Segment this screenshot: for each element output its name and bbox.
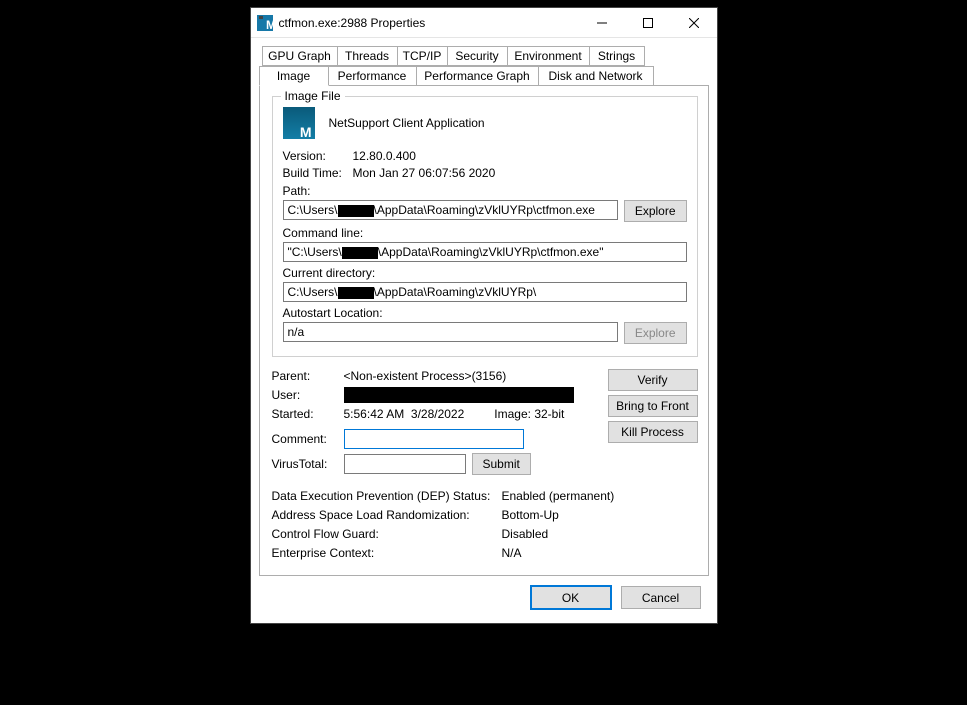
explore-autostart-button: Explore [624,322,687,344]
image-file-title: Image File [281,89,345,103]
comment-input[interactable] [344,429,524,449]
imagebits-label: Image: [494,407,531,421]
tab-performance[interactable]: Performance [329,66,417,85]
version-value: 12.80.0.400 [353,149,416,163]
buildtime-value: Mon Jan 27 06:07:56 2020 [353,166,496,180]
parent-label: Parent: [272,369,344,383]
parent-value: <Non-existent Process>(3156) [344,369,598,383]
tab-performance-graph[interactable]: Performance Graph [417,66,539,85]
path-label: Path: [283,184,687,198]
autostart-field[interactable]: n/a [283,322,618,342]
app-description: NetSupport Client Application [329,116,485,130]
cfg-label: Control Flow Guard: [272,527,502,541]
buildtime-label: Build Time: [283,166,353,180]
imagebits-value: 32-bit [534,407,564,421]
properties-window: M ctfmon.exe:2988 Properties GPU Graph T… [250,7,718,624]
tab-security[interactable]: Security [448,46,508,66]
cmdline-field[interactable]: "C:\Users\\AppData\Roaming\zVklUYRp\ctfm… [283,242,687,262]
redacted-text [342,247,378,259]
ok-button[interactable]: OK [531,586,611,609]
enterprise-label: Enterprise Context: [272,546,502,560]
tab-threads[interactable]: Threads [338,46,398,66]
path-field[interactable]: C:\Users\\AppData\Roaming\zVklUYRp\ctfmo… [283,200,618,220]
started-label: Started: [272,407,344,421]
bring-to-front-button[interactable]: Bring to Front [608,395,698,417]
tab-disk-network[interactable]: Disk and Network [539,66,654,85]
redacted-text [338,205,374,217]
redacted-user [344,387,574,403]
user-label: User: [272,388,344,402]
verify-button[interactable]: Verify [608,369,698,391]
aslr-value: Bottom-Up [502,508,559,522]
virustotal-input[interactable] [344,454,466,474]
curdir-field[interactable]: C:\Users\\AppData\Roaming\zVklUYRp\ [283,282,687,302]
tab-row-back: GPU Graph Threads TCP/IP Security Enviro… [262,46,709,66]
redacted-text [338,287,374,299]
autostart-label: Autostart Location: [283,306,687,320]
tab-strings[interactable]: Strings [590,46,645,66]
app-icon: M [257,15,273,31]
window-title: ctfmon.exe:2988 Properties [279,16,579,30]
version-label: Version: [283,149,353,163]
virustotal-label: VirusTotal: [272,457,344,471]
image-file-group: Image File NetSupport Client Application… [272,96,698,357]
aslr-label: Address Space Load Randomization: [272,508,502,522]
started-time: 5:56:42 AM [344,407,405,421]
cmdline-label: Command line: [283,226,687,240]
tab-row-front: Image Performance Performance Graph Disk… [259,66,709,85]
curdir-label: Current directory: [283,266,687,280]
dep-label: Data Execution Prevention (DEP) Status: [272,489,502,503]
enterprise-value: N/A [502,546,522,560]
cancel-button[interactable]: Cancel [621,586,701,609]
submit-button[interactable]: Submit [472,453,531,475]
tab-environment[interactable]: Environment [508,46,590,66]
kill-process-button[interactable]: Kill Process [608,421,698,443]
tab-image[interactable]: Image [259,66,329,86]
titlebar[interactable]: M ctfmon.exe:2988 Properties [251,8,717,38]
executable-icon [283,107,315,139]
tab-tcpip[interactable]: TCP/IP [398,46,448,66]
maximize-button[interactable] [625,8,671,38]
explore-path-button[interactable]: Explore [624,200,687,222]
minimize-button[interactable] [579,8,625,38]
close-button[interactable] [671,8,717,38]
tab-gpu-graph[interactable]: GPU Graph [262,46,338,66]
cfg-value: Disabled [502,527,549,541]
comment-label: Comment: [272,432,344,446]
dep-value: Enabled (permanent) [502,489,615,503]
svg-text:M: M [266,18,273,31]
tab-panel-image: Image File NetSupport Client Application… [259,85,709,576]
started-date: 3/28/2022 [411,407,464,421]
